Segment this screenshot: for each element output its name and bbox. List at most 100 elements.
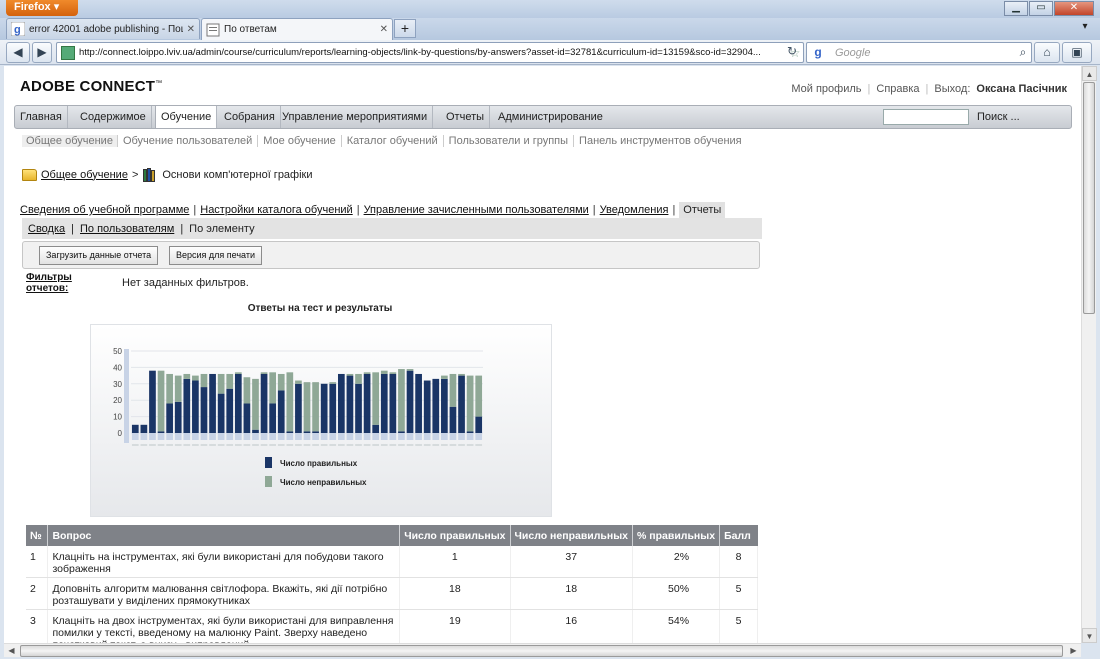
table-row[interactable]: 3 Клацніть на двох інструментах, які бул… xyxy=(26,609,758,643)
close-window-button[interactable]: ✕ xyxy=(1054,1,1094,16)
cell-incorrect: 18 xyxy=(510,577,634,610)
col-question[interactable]: Вопрос xyxy=(47,525,401,546)
x-axis-band xyxy=(243,433,251,440)
table-row[interactable]: 2 Доповніть алгоритм малювання світлофор… xyxy=(26,577,758,610)
horizontal-scroll-thumb[interactable] xyxy=(20,645,1063,657)
browser-tab-active[interactable]: По ответам ✕ xyxy=(201,18,393,40)
separator: | xyxy=(672,204,676,216)
cell-question: Клацніть на двох інструментах, які були … xyxy=(47,609,401,643)
bar-correct xyxy=(260,373,268,433)
x-axis-band xyxy=(346,433,354,440)
back-button[interactable]: ◀ xyxy=(6,42,30,63)
subnav-my-training[interactable]: Мое обучение xyxy=(257,135,340,147)
bar-correct xyxy=(166,403,173,433)
page-favicon-icon xyxy=(206,23,220,36)
x-axis-band xyxy=(329,433,337,440)
site-identity-icon[interactable] xyxy=(61,45,75,60)
nav-administration[interactable]: Администрирование xyxy=(493,106,608,128)
folder-icon xyxy=(22,168,37,181)
report-filters-link[interactable]: Фильтры отчетов: xyxy=(26,272,86,294)
scroll-up-icon[interactable]: ▲ xyxy=(1082,66,1097,81)
col-score[interactable]: Балл xyxy=(719,525,758,546)
bar-correct xyxy=(286,431,294,433)
subnav-user-training[interactable]: Обучение пользователей xyxy=(116,135,257,147)
y-tick-label: 50 xyxy=(113,347,122,356)
x-axis-band xyxy=(312,433,319,440)
breadcrumb-root-link[interactable]: Общее обучение xyxy=(41,169,128,181)
minimize-button[interactable]: ▁ xyxy=(1004,1,1028,16)
print-version-button[interactable]: Версия для печати xyxy=(169,246,263,265)
report-tab-by-item[interactable]: По элементу xyxy=(189,223,254,235)
tab-reports[interactable]: Отчеты xyxy=(679,202,726,218)
report-filters-value: Нет заданных фильтров. xyxy=(122,277,249,289)
main-navigation: Главная Содержимое Обучение Собрания Упр… xyxy=(14,105,1072,129)
tab-curriculum-info[interactable]: Сведения об учебной программе xyxy=(20,204,189,216)
url-bar[interactable]: http://connect.loippo.lviv.ua/admin/cour… xyxy=(56,42,804,63)
google-search-engine-icon[interactable]: g xyxy=(810,45,826,60)
bar-correct xyxy=(346,375,354,433)
list-all-tabs-icon[interactable]: ▾ xyxy=(1076,21,1094,37)
subnav-shared-training[interactable]: Общее обучение xyxy=(22,135,117,147)
cell-number: 2 xyxy=(26,577,49,610)
bar-correct xyxy=(432,378,440,433)
nav-home[interactable]: Главная xyxy=(15,106,68,128)
scroll-right-icon[interactable]: ▶ xyxy=(1066,644,1081,658)
nav-reports[interactable]: Отчеты xyxy=(441,106,491,128)
col-number[interactable]: № xyxy=(26,525,49,546)
x-axis-band xyxy=(166,433,173,440)
tab-notifications[interactable]: Уведомления xyxy=(600,204,669,216)
horizontal-scrollbar[interactable]: ◀ ▶ xyxy=(4,643,1081,657)
url-text[interactable]: http://connect.loippo.lviv.ua/admin/cour… xyxy=(79,47,787,58)
nav-event-management[interactable]: Управление мероприятиями xyxy=(277,106,434,128)
x-axis-band xyxy=(337,433,345,440)
bar-incorrect xyxy=(372,372,380,425)
new-tab-button[interactable]: + xyxy=(394,19,416,38)
report-tab-summary[interactable]: Сводка xyxy=(28,223,65,235)
bar-incorrect xyxy=(166,373,173,404)
bar-incorrect xyxy=(312,382,319,432)
scroll-down-icon[interactable]: ▼ xyxy=(1082,628,1097,643)
bar-correct xyxy=(252,429,259,433)
search-placeholder[interactable]: Google xyxy=(829,47,1015,59)
home-button[interactable]: ⌂ xyxy=(1034,42,1060,63)
legend-swatch xyxy=(265,457,272,468)
logo-text: ADOBE CONNECT xyxy=(20,78,156,95)
search-icon[interactable]: ⌕ xyxy=(1015,45,1031,60)
vertical-scrollbar[interactable]: ▲ ▼ xyxy=(1081,66,1097,643)
nav-meetings[interactable]: Собрания xyxy=(219,106,281,128)
subnav-training-dashboard[interactable]: Панель инструментов обучения xyxy=(573,135,747,147)
col-percent-correct[interactable]: % правильных xyxy=(632,525,721,546)
tab-close-icon[interactable]: ✕ xyxy=(380,24,388,35)
col-correct[interactable]: Число правильных xyxy=(399,525,511,546)
tab-close-icon[interactable]: ✕ xyxy=(187,24,195,35)
help-link[interactable]: Справка xyxy=(876,83,919,95)
subnav-training-catalog[interactable]: Каталог обучений xyxy=(340,135,443,147)
nav-content[interactable]: Содержимое xyxy=(75,106,152,128)
x-axis-band xyxy=(157,433,165,440)
tab-catalog-settings[interactable]: Настройки каталога обучений xyxy=(200,204,352,216)
reload-icon[interactable]: ↻ xyxy=(782,42,802,61)
download-report-button[interactable]: Загрузить данные отчета xyxy=(39,246,159,265)
table-row[interactable]: 1 Клацніть на інструментах, які були вик… xyxy=(26,546,758,578)
y-tick-label: 10 xyxy=(113,413,122,422)
window-controls: ▁ ▭ ✕ xyxy=(1004,1,1094,16)
firefox-menu-button[interactable]: Firefox ▾ xyxy=(6,0,78,16)
forward-button[interactable]: ▶ xyxy=(32,42,52,63)
y-tick-label: 30 xyxy=(113,380,122,389)
maximize-button[interactable]: ▭ xyxy=(1029,1,1053,16)
nav-search-button[interactable]: Поиск ... xyxy=(977,106,1020,128)
search-bar[interactable]: g Google ⌕ xyxy=(806,42,1032,63)
vertical-scroll-thumb[interactable] xyxy=(1083,82,1095,314)
bar-correct xyxy=(449,406,457,433)
col-incorrect[interactable]: Число неправильных xyxy=(510,525,634,546)
subnav-users-and-groups[interactable]: Пользователи и группы xyxy=(442,135,573,147)
report-tab-by-user[interactable]: По пользователям xyxy=(80,223,174,235)
nav-training[interactable]: Обучение xyxy=(155,106,218,128)
logout-link[interactable]: Выход: xyxy=(934,83,970,95)
addon-bar-button[interactable]: ▣ xyxy=(1062,42,1092,63)
tab-manage-enrollees[interactable]: Управление зачисленными пользователями xyxy=(364,204,589,216)
nav-search-input[interactable] xyxy=(883,109,969,125)
browser-tab[interactable]: g error 42001 adobe publishing - Пошу...… xyxy=(6,18,200,39)
my-profile-link[interactable]: Мой профиль xyxy=(791,83,861,95)
scroll-left-icon[interactable]: ◀ xyxy=(4,644,19,658)
